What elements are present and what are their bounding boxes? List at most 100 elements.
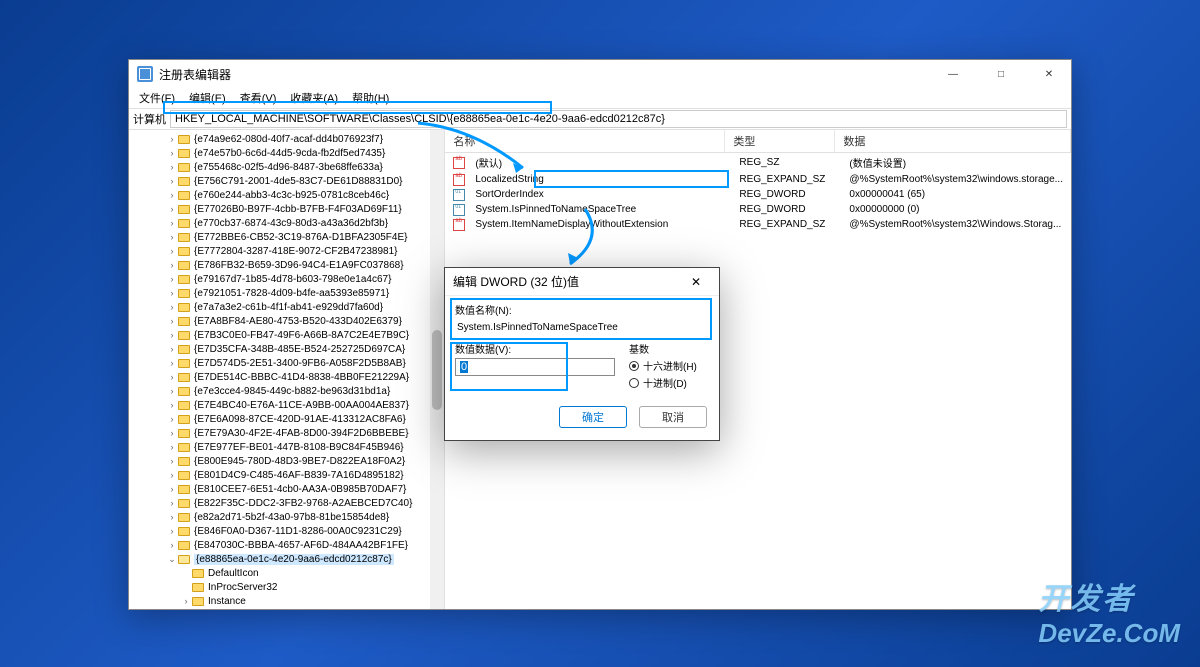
chevron-icon[interactable]: › xyxy=(167,540,177,550)
tree-item[interactable]: ›{E846F0A0-D367-11D1-8286-00A0C9231C29} xyxy=(129,524,444,538)
tree-item[interactable]: ›{e7a7a3e2-c61b-4f1f-ab41-e929dd7fa60d} xyxy=(129,300,444,314)
value-row[interactable]: LocalizedStringREG_EXPAND_SZ@%SystemRoot… xyxy=(445,172,1071,187)
dialog-close-button[interactable]: ✕ xyxy=(681,275,711,289)
chevron-icon[interactable]: › xyxy=(167,246,177,256)
folder-icon xyxy=(178,219,190,228)
tree-item[interactable]: ›{E7A8BF84-AE80-4753-B520-433D402E6379} xyxy=(129,314,444,328)
tree-item[interactable]: DefaultIcon xyxy=(129,566,444,580)
chevron-icon[interactable]: › xyxy=(167,302,177,312)
tree-item[interactable]: ›{e7e3cce4-9845-449c-b882-be963d31bd1a} xyxy=(129,384,444,398)
tree-item[interactable]: ShellFolder xyxy=(129,608,444,609)
tree-item[interactable]: ›{E772BBE6-CB52-3C19-876A-D1BFA2305F4E} xyxy=(129,230,444,244)
tree-item[interactable]: ›{e82a2d71-5b2f-43a0-97b8-81be15854de8} xyxy=(129,510,444,524)
tree-item[interactable]: › {E847030C-BBBA-4657-AF6D-484AA42BF1FE} xyxy=(129,538,444,552)
tree-item[interactable]: InProcServer32 xyxy=(129,580,444,594)
chevron-icon[interactable]: › xyxy=(167,400,177,410)
chevron-icon[interactable]: › xyxy=(167,344,177,354)
dword-value-icon xyxy=(453,204,465,216)
tree-item[interactable]: ›{E7D574D5-2E51-3400-9FB6-A058F2D5B8AB} xyxy=(129,356,444,370)
scrollbar-thumb[interactable] xyxy=(432,330,442,410)
cancel-button[interactable]: 取消 xyxy=(639,406,707,428)
chevron-icon[interactable]: › xyxy=(167,218,177,228)
address-path[interactable]: HKEY_LOCAL_MACHINE\SOFTWARE\Classes\CLSI… xyxy=(170,110,1067,128)
value-row[interactable]: SortOrderIndexREG_DWORD0x00000041 (65) xyxy=(445,187,1071,202)
radio-hex[interactable]: 十六进制(H) xyxy=(629,358,709,373)
menu-edit[interactable]: 编辑(E) xyxy=(185,88,230,108)
chevron-icon[interactable]: › xyxy=(167,274,177,284)
chevron-icon[interactable]: › xyxy=(167,428,177,438)
chevron-icon[interactable]: › xyxy=(167,498,177,508)
tree-item[interactable]: ›{E786FB32-B659-3D96-94C4-E1A9FC037868} xyxy=(129,258,444,272)
chevron-icon[interactable]: › xyxy=(167,484,177,494)
minimize-button[interactable]: — xyxy=(939,69,967,80)
folder-icon xyxy=(178,457,190,466)
col-data[interactable]: 数据 xyxy=(835,130,1071,152)
ok-button[interactable]: 确定 xyxy=(559,406,627,428)
chevron-icon[interactable]: › xyxy=(167,134,177,144)
chevron-icon[interactable]: › xyxy=(167,442,177,452)
chevron-icon[interactable]: › xyxy=(167,162,177,172)
tree-item[interactable]: ›{E822F35C-DDC2-3FB2-9768-A2AEBCED7C40} xyxy=(129,496,444,510)
value-row[interactable]: System.IsPinnedToNameSpaceTreeREG_DWORD0… xyxy=(445,202,1071,217)
chevron-icon[interactable]: › xyxy=(167,190,177,200)
chevron-icon[interactable]: › xyxy=(167,176,177,186)
tree-scrollbar[interactable] xyxy=(430,130,444,609)
chevron-icon[interactable]: › xyxy=(167,526,177,536)
tree-item[interactable]: ›{E7D35CFA-348B-485E-B524-252725D697CA} xyxy=(129,342,444,356)
menu-file[interactable]: 文件(F) xyxy=(135,88,179,108)
chevron-icon[interactable]: › xyxy=(167,330,177,340)
col-type[interactable]: 类型 xyxy=(725,130,835,152)
tree-item-label: {E847030C-BBBA-4657-AF6D-484AA42BF1FE} xyxy=(194,540,408,551)
value-row[interactable]: (默认)REG_SZ(数值未设置) xyxy=(445,153,1071,172)
chevron-icon[interactable]: › xyxy=(167,204,177,214)
tree-item[interactable]: ›{E7772804-3287-418E-9072-CF2B47238981} xyxy=(129,244,444,258)
chevron-icon[interactable]: › xyxy=(167,456,177,466)
tree-item[interactable]: ›{e760e244-abb3-4c3c-b925-0781c8ceb46c} xyxy=(129,188,444,202)
tree-item[interactable]: ›{e7921051-7828-4d09-b4fe-aa5393e85971} xyxy=(129,286,444,300)
tree-item[interactable]: ›{E7B3C0E0-FB47-49F6-A66B-8A7C2E4E7B9C} xyxy=(129,328,444,342)
tree-item[interactable]: ›{E756C791-2001-4de5-83C7-DE61D88831D0} xyxy=(129,174,444,188)
radio-dec[interactable]: 十进制(D) xyxy=(629,375,709,390)
tree-item[interactable]: ›{E7E977EF-BE01-447B-8108-B9C84F45B946} xyxy=(129,440,444,454)
maximize-button[interactable]: □ xyxy=(987,69,1015,80)
tree-item[interactable]: › {E7E79A30-4F2E-4FAB-8D00-394F2D6BBEBE} xyxy=(129,426,444,440)
tree-item-selected[interactable]: ⌄{e88865ea-0e1c-4e20-9aa6-edcd0212c87c} xyxy=(129,552,444,566)
chevron-icon[interactable]: › xyxy=(167,316,177,326)
tree-item[interactable]: ›{E801D4C9-C485-46AF-B839-7A16D4895182} xyxy=(129,468,444,482)
chevron-icon[interactable]: › xyxy=(167,414,177,424)
tree-item[interactable]: ›{E7DE514C-BBBC-41D4-8838-4BB0FE21229A} xyxy=(129,370,444,384)
menu-view[interactable]: 查看(V) xyxy=(236,88,281,108)
chevron-icon[interactable]: › xyxy=(167,512,177,522)
tree-item[interactable]: ›{e74a9e62-080d-40f7-acaf-dd4b076923f7} xyxy=(129,132,444,146)
col-name[interactable]: 名称 xyxy=(445,130,725,152)
tree-item-label: {E7E79A30-4F2E-4FAB-8D00-394F2D6BBEBE} xyxy=(194,428,409,439)
tree-item[interactable]: ›{e770cb37-6874-43c9-80d3-a43a36d2bf3b} xyxy=(129,216,444,230)
tree-item[interactable]: ›{e755468c-02f5-4d96-8487-3be68ffe633a} xyxy=(129,160,444,174)
tree-item[interactable]: ›{e74e57b0-6c6d-44d5-9cda-fb2df5ed7435} xyxy=(129,146,444,160)
chevron-icon[interactable]: › xyxy=(167,386,177,396)
tree-pane[interactable]: ›{e74a9e62-080d-40f7-acaf-dd4b076923f7}›… xyxy=(129,130,445,609)
menu-help[interactable]: 帮助(H) xyxy=(348,88,393,108)
chevron-icon[interactable]: ⌄ xyxy=(167,554,177,565)
tree-item[interactable]: ›Instance xyxy=(129,594,444,608)
value-row[interactable]: System.ItemNameDisplayWithoutExtensionRE… xyxy=(445,217,1071,232)
folder-icon xyxy=(178,275,190,284)
chevron-icon[interactable]: › xyxy=(181,596,191,606)
value-data-input[interactable]: 0 xyxy=(455,358,615,376)
menu-favorites[interactable]: 收藏夹(A) xyxy=(286,88,342,108)
tree-item[interactable]: ›{E77026B0-B97F-4cbb-B7FB-F4F03AD69F11} xyxy=(129,202,444,216)
regedit-icon xyxy=(137,66,153,82)
tree-item[interactable]: ›{E7E4BC40-E76A-11CE-A9BB-00AA004AE837} xyxy=(129,398,444,412)
close-button[interactable]: ✕ xyxy=(1035,69,1063,80)
tree-item[interactable]: ›{E7E6A098-87CE-420D-91AE-413312AC8FA6} xyxy=(129,412,444,426)
chevron-icon[interactable]: › xyxy=(167,148,177,158)
chevron-icon[interactable]: › xyxy=(167,358,177,368)
chevron-icon[interactable]: › xyxy=(167,470,177,480)
chevron-icon[interactable]: › xyxy=(167,232,177,242)
chevron-icon[interactable]: › xyxy=(167,288,177,298)
tree-item[interactable]: ›{e79167d7-1b85-4d78-b603-798e0e1a4c67} xyxy=(129,272,444,286)
tree-item[interactable]: ›{E800E945-780D-48D3-9BE7-D822EA18F0A2} xyxy=(129,454,444,468)
tree-item[interactable]: ›{E810CEE7-6E51-4cb0-AA3A-0B985B70DAF7} xyxy=(129,482,444,496)
chevron-icon[interactable]: › xyxy=(167,260,177,270)
chevron-icon[interactable]: › xyxy=(167,372,177,382)
